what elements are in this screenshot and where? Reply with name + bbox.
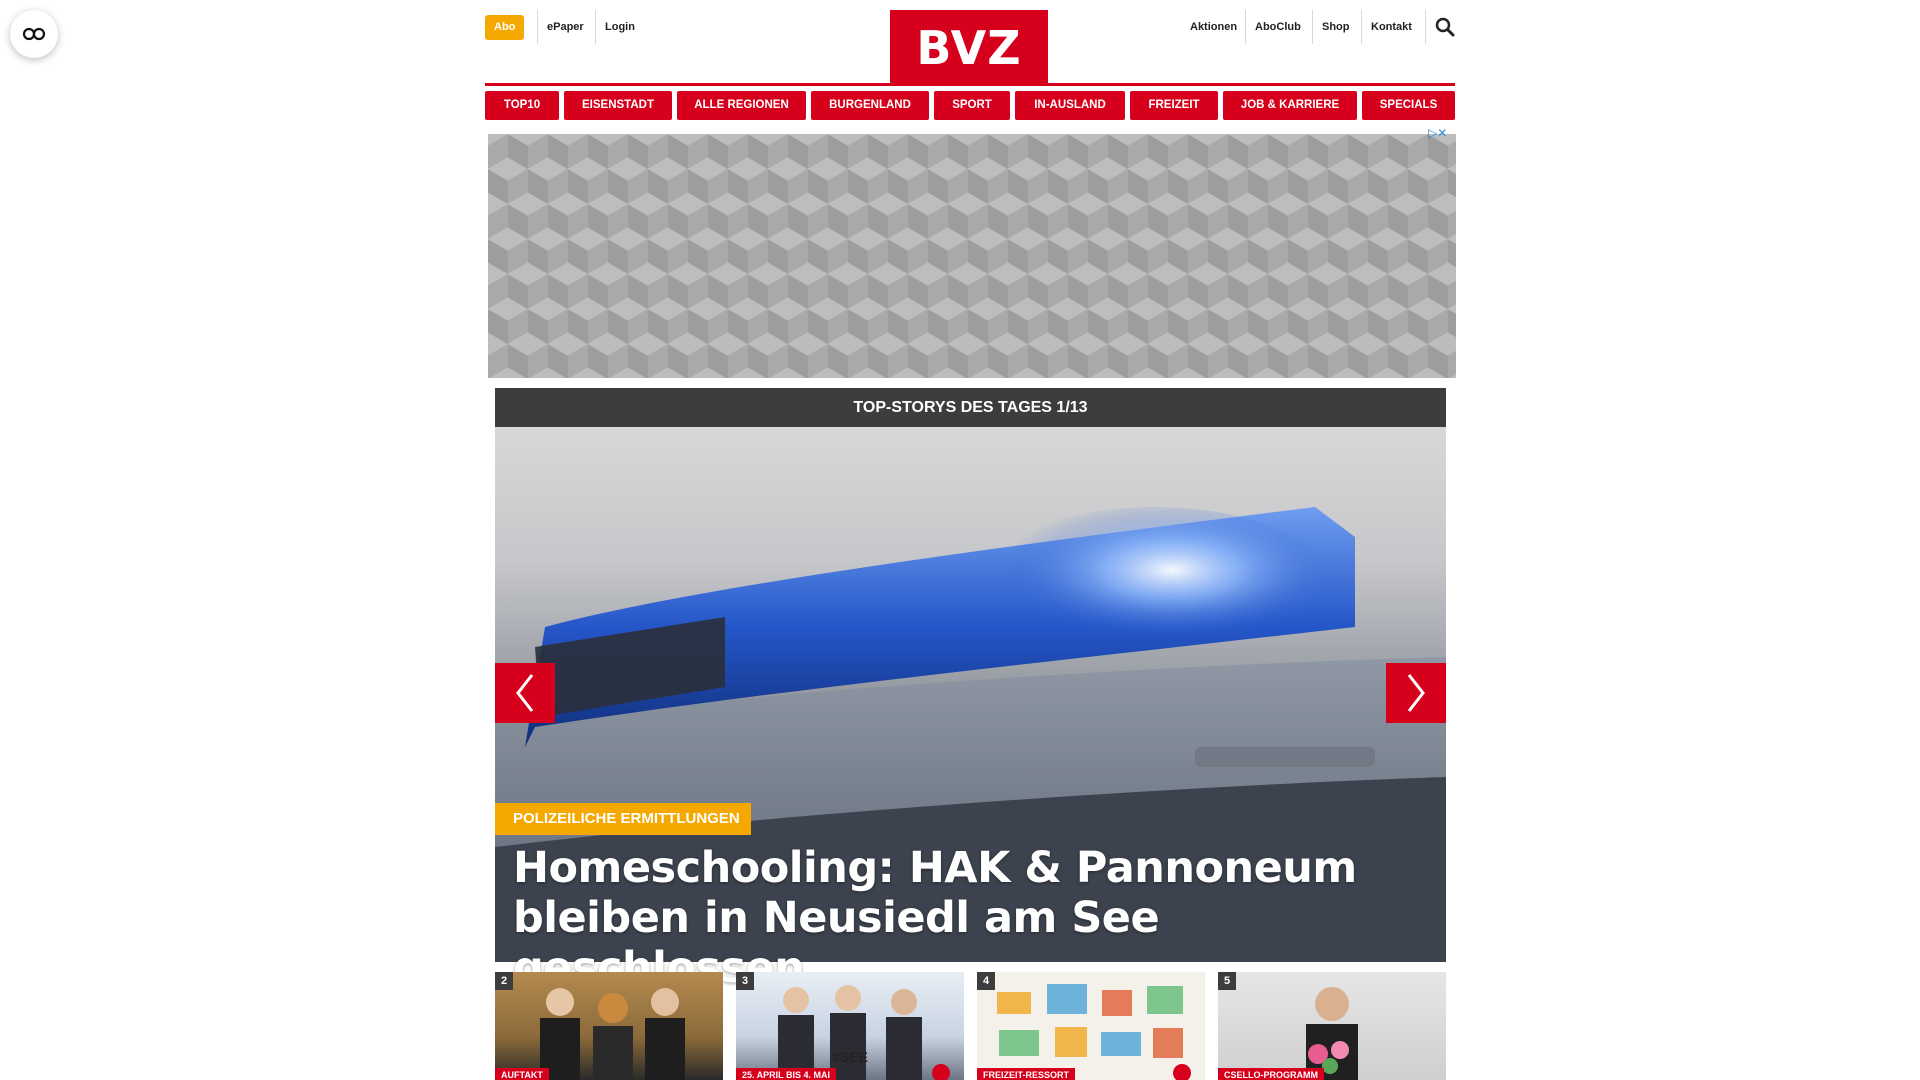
top-stories-heading: TOP-STORYS DES TAGES 1/13 — [495, 388, 1446, 427]
portrait-photo — [1306, 987, 1358, 1080]
story-number: 4 — [977, 972, 995, 990]
aktionen-link[interactable]: Aktionen — [1180, 10, 1247, 44]
aboclub-link[interactable]: AboClub — [1245, 10, 1311, 44]
kontakt-link[interactable]: Kontakt — [1361, 10, 1422, 44]
story-tag: CSELLO-PROGRAMM — [1218, 1068, 1324, 1080]
hero-headline[interactable]: Homeschooling: HAK & Pannoneum bleiben i… — [513, 843, 1413, 993]
nav-item-sport[interactable]: SPORT — [934, 91, 1010, 120]
people-photo: #SEE — [778, 985, 922, 1080]
story-thumbnail-3[interactable]: #SEE 3 25. APRIL BIS 4. MAI — [736, 972, 964, 1080]
nav-item-specials[interactable]: SPECIALS — [1362, 91, 1455, 120]
carousel-next-button[interactable] — [1386, 663, 1446, 723]
nav-item-top10[interactable]: TOP10 — [485, 91, 559, 120]
story-tag: FREIZEIT-RESSORT — [977, 1068, 1076, 1080]
nav-item-job-karriere[interactable]: JOB & KARRIERE — [1223, 91, 1357, 120]
epaper-link[interactable]: ePaper — [537, 10, 594, 44]
main-nav: TOP10 EISENSTADT ALLE REGIONEN BURGENLAN… — [485, 91, 1455, 120]
login-link[interactable]: Login — [595, 10, 645, 44]
search-icon — [1435, 17, 1455, 37]
illustration-photo — [997, 984, 1183, 1058]
story-tag: 25. APRIL BIS 4. MAI — [736, 1068, 837, 1080]
header-rule — [485, 83, 1455, 86]
nav-item-alle-regionen[interactable]: ALLE REGIONEN — [677, 91, 806, 120]
story-thumbnail-2[interactable]: 2 AUFTAKT — [495, 972, 723, 1080]
glasses-icon — [22, 27, 46, 41]
story-tag: AUFTAKT — [495, 1068, 549, 1080]
chevron-left-icon — [516, 674, 534, 712]
header: Abo ePaper Login BVZ Aktionen AboClub Sh… — [485, 0, 1455, 84]
page: Abo ePaper Login BVZ Aktionen AboClub Sh… — [0, 0, 1920, 1080]
hero-kicker[interactable]: POLIZEILICHE ERMITTLUNGEN — [495, 803, 751, 835]
story-thumbnail-5[interactable]: 5 CSELLO-PROGRAMM — [1218, 972, 1446, 1080]
carousel-prev-button[interactable] — [495, 663, 555, 723]
story-number: 2 — [495, 972, 513, 990]
abo-button[interactable]: Abo — [485, 15, 525, 40]
divider — [1425, 10, 1426, 44]
nav-item-in-ausland[interactable]: IN-AUSLAND — [1015, 91, 1125, 120]
shop-link[interactable]: Shop — [1312, 10, 1360, 44]
nav-item-freizeit[interactable]: FREIZEIT — [1130, 91, 1218, 120]
search-button[interactable] — [1435, 17, 1455, 37]
story-number: 3 — [736, 972, 754, 990]
adchoices-icon[interactable]: ▷✕ — [1428, 126, 1456, 140]
camera-icon — [1173, 1064, 1191, 1080]
chevron-right-icon — [1407, 674, 1425, 712]
story-thumbnail-4[interactable]: 4 FREIZEIT-RESSORT — [977, 972, 1205, 1080]
bvz-logo[interactable]: BVZ — [890, 10, 1048, 84]
nav-item-eisenstadt[interactable]: EISENSTADT — [564, 91, 672, 120]
svg-text:#SEE: #SEE — [832, 1049, 868, 1065]
ad-banner[interactable] — [488, 134, 1456, 378]
camera-icon — [932, 1064, 950, 1080]
accessibility-toggle-button[interactable] — [10, 10, 58, 58]
story-number: 5 — [1218, 972, 1236, 990]
people-photo — [540, 988, 685, 1080]
nav-item-burgenland[interactable]: BURGENLAND — [811, 91, 929, 120]
